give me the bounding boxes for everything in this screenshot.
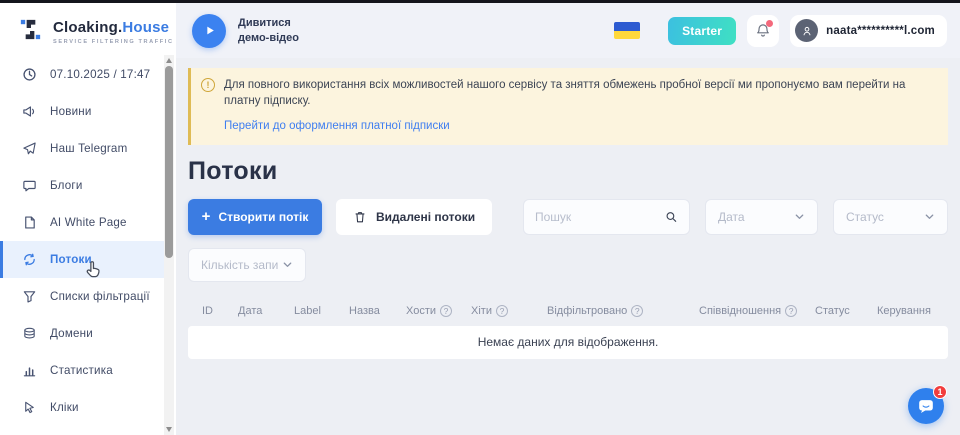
date-filter-dropdown[interactable]: Дата	[705, 199, 818, 235]
column-ratio: Співвідношення	[699, 305, 781, 317]
user-account-chip[interactable]: naata**********l.com	[790, 15, 947, 47]
chat-bubble-icon	[916, 396, 936, 416]
window-top-strip	[0, 0, 960, 3]
toolbar-row2: Кількість запи	[188, 248, 948, 282]
sidebar-item-domains[interactable]: Домени	[0, 315, 164, 352]
person-icon	[800, 24, 814, 38]
per-page-dropdown[interactable]: Кількість запи	[188, 248, 306, 282]
sidebar-item-label: Списки фільтрації	[50, 290, 150, 303]
help-icon[interactable]: ?	[631, 305, 643, 317]
notifications-button[interactable]	[747, 15, 779, 47]
sidebar-item-label: Статистика	[50, 364, 113, 377]
chevron-down-icon	[794, 211, 805, 222]
sidebar-item-streams[interactable]: Потоки	[0, 241, 164, 278]
sidebar-item-clicks[interactable]: Кліки	[0, 389, 164, 426]
status-filter-dropdown[interactable]: Статус	[833, 199, 948, 235]
search-icon[interactable]	[665, 210, 678, 224]
table-empty-state: Немає даних для відображення.	[188, 326, 948, 359]
sidebar-item-label: Наш Telegram	[50, 142, 127, 155]
scrollbar-up-arrow[interactable]	[166, 58, 172, 63]
logo-icon	[17, 16, 44, 48]
trial-warning-banner: ! Для повного використання всіх можливос…	[188, 68, 948, 145]
sync-icon	[22, 252, 37, 267]
sidebar-item-filter-lists[interactable]: Списки фільтрації	[0, 278, 164, 315]
sidebar-item-statistics[interactable]: Статистика	[0, 352, 164, 389]
stats-icon	[22, 363, 37, 378]
sidebar-item-blogs[interactable]: Блоги	[0, 167, 164, 204]
play-icon	[203, 24, 216, 37]
sidebar-item-label: AI White Page	[50, 216, 127, 229]
sidebar-item-label: Новини	[50, 105, 92, 118]
chat-widget-button[interactable]: 1	[908, 388, 944, 424]
sidebar-menu: 07.10.2025 / 17:47 Новини Наш Telegram Б…	[0, 56, 164, 426]
telegram-icon	[22, 141, 37, 156]
sidebar-item-ai-white-page[interactable]: AI White Page	[0, 204, 164, 241]
chevron-down-icon	[282, 259, 293, 270]
scrollbar-thumb[interactable]	[165, 66, 173, 258]
chevron-down-icon	[924, 211, 935, 222]
logo-text: Cloaking.House SERVICE FILTERING TRAFFIC	[53, 19, 174, 45]
banner-text: Для повного використання всіх можливосте…	[224, 77, 934, 110]
brand-dark: Cloaking.	[53, 19, 122, 36]
document-icon	[22, 215, 37, 230]
column-name: Назва	[349, 305, 380, 317]
sidebar: Cloaking.House SERVICE FILTERING TRAFFIC…	[0, 3, 176, 435]
column-id: ID	[202, 305, 213, 317]
sidebar-item-label: Блоги	[50, 179, 83, 192]
column-status: Статус	[815, 305, 850, 317]
demo-video-label[interactable]: Дивитися демо-відео	[238, 16, 299, 46]
user-email: naata**********l.com	[826, 25, 935, 37]
brand-blue: House	[122, 19, 169, 36]
sidebar-item-label: 07.10.2025 / 17:47	[50, 68, 150, 81]
domains-icon	[22, 326, 37, 341]
notification-dot	[766, 20, 773, 27]
table-header-row: ID Дата Label Назва Хости? Хіти? Відфіль…	[188, 298, 948, 324]
toolbar: + Створити потік Видалені потоки Дата Ст…	[188, 199, 948, 235]
sidebar-item-telegram[interactable]: Наш Telegram	[0, 130, 164, 167]
clock-icon	[22, 67, 37, 82]
cursor-icon	[22, 400, 37, 415]
plus-icon: +	[202, 209, 211, 224]
column-hosts: Хости	[406, 305, 436, 317]
avatar	[795, 19, 818, 42]
column-filtered: Відфільтровано	[547, 305, 627, 317]
topbar: Дивитися демо-відео Starter naata*******…	[176, 3, 960, 58]
sidebar-scrollbar	[164, 55, 174, 435]
trash-icon	[353, 210, 367, 224]
demo-video-play-button[interactable]	[192, 14, 226, 48]
upgrade-subscription-link[interactable]: Перейти до оформлення платної підписки	[224, 118, 450, 134]
help-icon[interactable]: ?	[496, 305, 508, 317]
search-box	[523, 199, 690, 235]
deleted-streams-button[interactable]: Видалені потоки	[336, 199, 492, 235]
chat-unread-badge: 1	[933, 385, 947, 399]
page-title: Потоки	[188, 157, 948, 186]
column-label: Label	[294, 305, 321, 317]
sidebar-item-label: Домени	[50, 327, 93, 340]
help-icon[interactable]: ?	[785, 305, 797, 317]
main-content: ! Для повного використання всіх можливос…	[176, 58, 960, 435]
create-stream-button[interactable]: + Створити потік	[188, 199, 322, 235]
column-actions: Керування	[877, 305, 931, 317]
topbar-right: Starter naata**********l.com	[614, 15, 960, 47]
logo[interactable]: Cloaking.House SERVICE FILTERING TRAFFIC	[0, 3, 176, 59]
logo-tagline: SERVICE FILTERING TRAFFIC	[53, 39, 174, 45]
sidebar-item-label: Кліки	[50, 401, 79, 414]
column-date: Дата	[238, 305, 262, 317]
language-flag-ukraine[interactable]	[614, 22, 640, 39]
megaphone-icon	[22, 104, 37, 119]
search-input[interactable]	[535, 210, 665, 224]
sidebar-item-datetime[interactable]: 07.10.2025 / 17:47	[0, 56, 164, 93]
sidebar-item-news[interactable]: Новини	[0, 93, 164, 130]
funnel-icon	[22, 289, 37, 304]
column-hits: Хіти	[471, 305, 492, 317]
plan-badge[interactable]: Starter	[668, 17, 736, 45]
scrollbar-down-arrow[interactable]	[166, 427, 172, 432]
sidebar-item-label: Потоки	[50, 253, 92, 266]
help-icon[interactable]: ?	[440, 305, 452, 317]
chat-icon	[22, 178, 37, 193]
warning-icon: !	[201, 78, 215, 92]
